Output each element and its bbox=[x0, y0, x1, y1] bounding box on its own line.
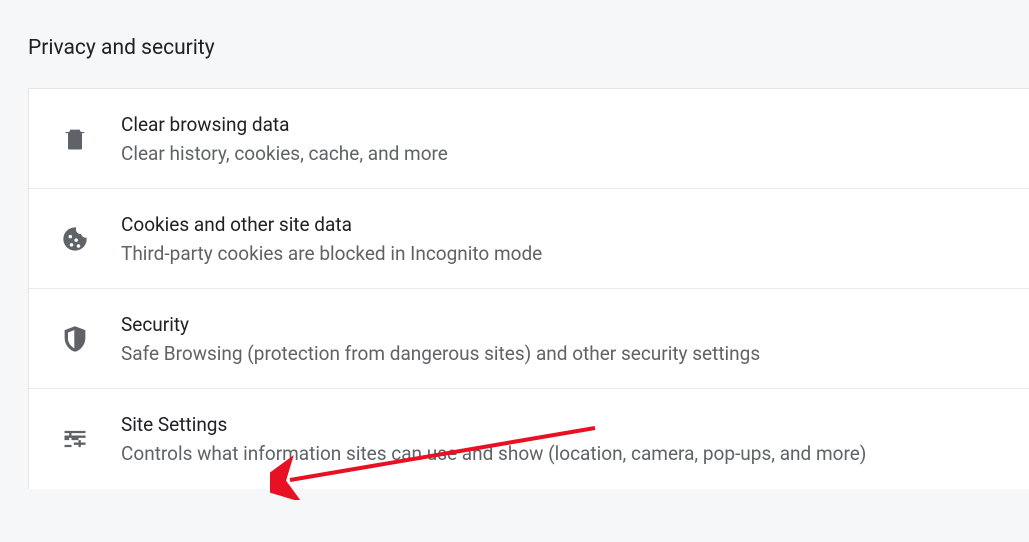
row-site-settings[interactable]: Site Settings Controls what information … bbox=[29, 389, 1029, 489]
shield-icon bbox=[61, 325, 89, 353]
sliders-icon bbox=[61, 425, 89, 453]
row-desc: Third-party cookies are blocked in Incog… bbox=[121, 242, 1005, 265]
row-security[interactable]: Security Safe Browsing (protection from … bbox=[29, 289, 1029, 389]
row-clear-browsing-data[interactable]: Clear browsing data Clear history, cooki… bbox=[29, 89, 1029, 189]
row-title: Cookies and other site data bbox=[121, 213, 1005, 236]
cookie-icon bbox=[61, 225, 89, 253]
row-desc: Controls what information sites can use … bbox=[121, 442, 1005, 465]
section-title: Privacy and security bbox=[0, 0, 1029, 60]
row-text: Security Safe Browsing (protection from … bbox=[121, 313, 1005, 365]
row-cookies[interactable]: Cookies and other site data Third-party … bbox=[29, 189, 1029, 289]
row-text: Site Settings Controls what information … bbox=[121, 413, 1005, 465]
row-text: Cookies and other site data Third-party … bbox=[121, 213, 1005, 265]
settings-card: Clear browsing data Clear history, cooki… bbox=[28, 88, 1029, 489]
row-desc: Clear history, cookies, cache, and more bbox=[121, 142, 1005, 165]
trash-icon bbox=[61, 125, 89, 153]
row-title: Clear browsing data bbox=[121, 113, 1005, 136]
row-desc: Safe Browsing (protection from dangerous… bbox=[121, 342, 1005, 365]
row-title: Site Settings bbox=[121, 413, 1005, 436]
row-title: Security bbox=[121, 313, 1005, 336]
row-text: Clear browsing data Clear history, cooki… bbox=[121, 113, 1005, 165]
